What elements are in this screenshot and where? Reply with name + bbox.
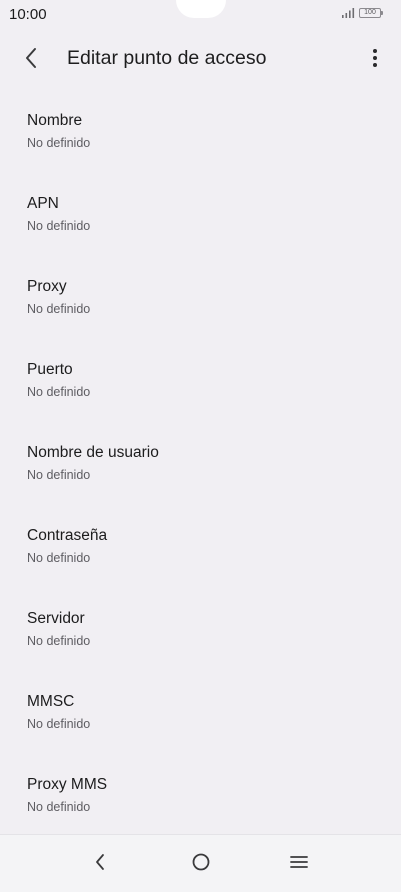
nav-home-icon [191, 852, 211, 877]
item-value: No definido [27, 385, 91, 399]
list-item-proxy-mms[interactable]: Proxy MMS No definido [0, 760, 401, 843]
status-time: 10:00 [9, 6, 47, 23]
list-item-proxy[interactable]: Proxy No definido [0, 262, 401, 345]
item-title: Nombre [27, 112, 83, 129]
more-vertical-icon [372, 48, 378, 73]
list-item-apn[interactable]: APN No definido [0, 179, 401, 262]
item-title: Servidor [27, 610, 85, 627]
list-item-nombre[interactable]: Nombre No definido [0, 96, 401, 179]
list-item-servidor[interactable]: Servidor No definido [0, 594, 401, 677]
item-title: APN [27, 195, 59, 212]
battery-icon: 100 [359, 8, 383, 18]
item-value: No definido [27, 800, 91, 814]
nav-back-button[interactable] [87, 851, 113, 877]
nav-back-icon [94, 853, 106, 876]
nav-home-button[interactable] [188, 851, 214, 877]
item-value: No definido [27, 634, 91, 648]
nav-recents-button[interactable] [286, 851, 312, 877]
back-button[interactable] [17, 46, 45, 74]
item-title: Puerto [27, 361, 73, 378]
item-title: Nombre de usuario [27, 444, 159, 461]
item-title: MMSC [27, 693, 75, 710]
list-item-mmsc[interactable]: MMSC No definido [0, 677, 401, 760]
battery-level: 100 [364, 9, 376, 16]
list-item-contrasena[interactable]: Contraseña No definido [0, 511, 401, 594]
signal-icon [341, 8, 355, 18]
nav-recents-icon [290, 855, 308, 874]
camera-notch [176, 0, 226, 18]
item-title: Proxy [27, 278, 67, 295]
item-value: No definido [27, 468, 91, 482]
list-item-nombre-de-usuario[interactable]: Nombre de usuario No definido [0, 428, 401, 511]
status-bar: 10:00 100 [0, 0, 401, 30]
more-options-button[interactable] [363, 46, 387, 74]
page-title: Editar punto de acceso [67, 47, 267, 69]
item-value: No definido [27, 219, 91, 233]
item-title: Proxy MMS [27, 776, 108, 793]
item-value: No definido [27, 302, 91, 316]
back-arrow-icon [24, 47, 38, 74]
list-item-puerto[interactable]: Puerto No definido [0, 345, 401, 428]
status-icons: 100 [341, 8, 383, 18]
app-bar: Editar punto de acceso [0, 38, 401, 82]
item-value: No definido [27, 717, 91, 731]
item-value: No definido [27, 551, 91, 565]
item-value: No definido [27, 136, 91, 150]
item-title: Contraseña [27, 527, 108, 544]
system-nav-bar [0, 834, 401, 892]
